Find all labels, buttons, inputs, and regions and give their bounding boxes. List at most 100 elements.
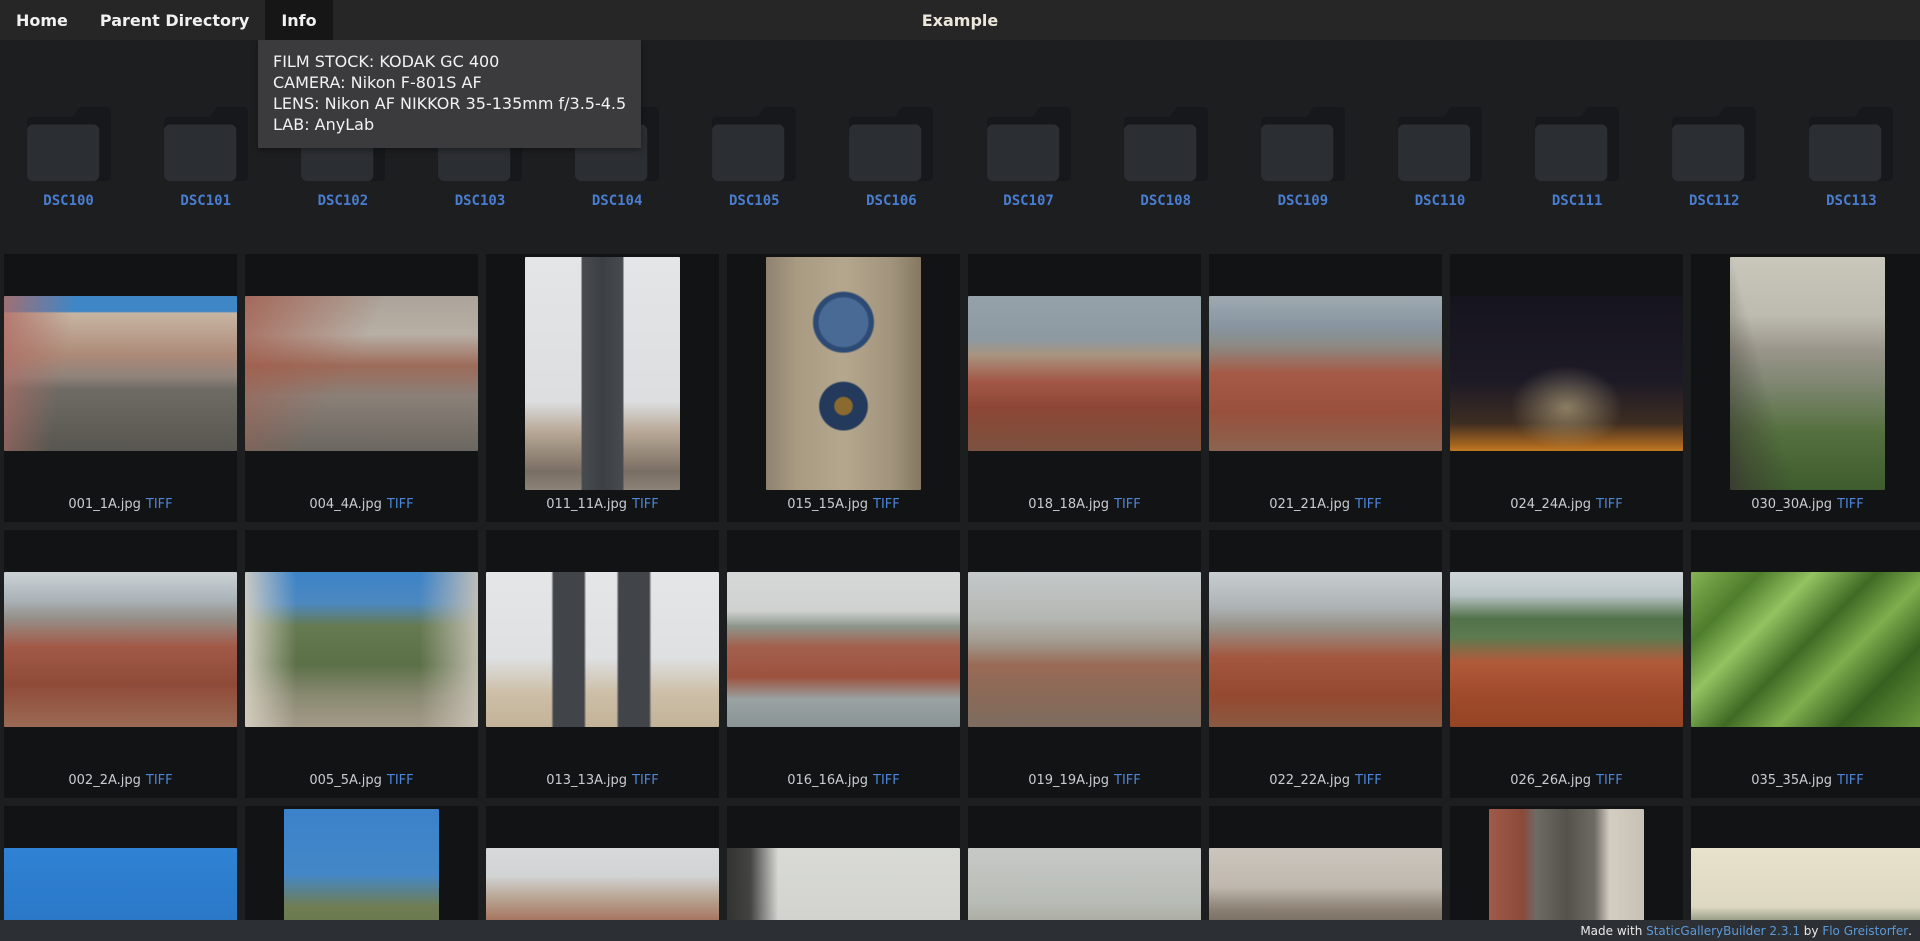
photo-thumbnail[interactable] — [4, 572, 237, 727]
folder-label[interactable]: DSC102 — [318, 193, 369, 209]
photo-filename: 030_30A.jpg — [1751, 497, 1832, 512]
thumbnail-box — [968, 254, 1201, 492]
footer-by-text: by — [1800, 924, 1822, 938]
folder-label[interactable]: DSC110 — [1415, 193, 1466, 209]
tiff-link[interactable]: TIFF — [873, 497, 900, 512]
photo-label: 001_1A.jpgTIFF — [4, 492, 237, 522]
photo-filename: 016_16A.jpg — [787, 773, 868, 788]
gallery-cell: 015_15A.jpgTIFF — [727, 254, 960, 522]
tiff-link[interactable]: TIFF — [1114, 497, 1141, 512]
builder-link[interactable]: StaticGalleryBuilder 2.3.1 — [1646, 924, 1800, 938]
folder-item-dsc110[interactable]: DSC110 — [1371, 104, 1508, 209]
folder-label[interactable]: DSC106 — [866, 193, 917, 209]
info-camera: CAMERA: Nikon F-801S AF — [273, 72, 626, 93]
tiff-link[interactable]: TIFF — [1355, 497, 1382, 512]
photo-label: 018_18A.jpgTIFF — [968, 492, 1201, 522]
photo-thumbnail[interactable] — [245, 296, 478, 451]
folder-label[interactable]: DSC112 — [1689, 193, 1740, 209]
folder-item-dsc101[interactable]: DSC101 — [137, 104, 274, 209]
folder-icon — [844, 104, 938, 184]
folder-icon — [1530, 104, 1624, 184]
tiff-link[interactable]: TIFF — [1596, 773, 1623, 788]
tiff-link[interactable]: TIFF — [1837, 497, 1864, 512]
folder-item-dsc105[interactable]: DSC105 — [686, 104, 823, 209]
folder-item-dsc100[interactable]: DSC100 — [0, 104, 137, 209]
photo-thumbnail[interactable] — [1691, 572, 1920, 727]
tiff-link[interactable]: TIFF — [387, 773, 414, 788]
folder-label[interactable]: DSC113 — [1826, 193, 1877, 209]
nav-item-info[interactable]: Info — [265, 0, 332, 40]
folder-item-dsc113[interactable]: DSC113 — [1783, 104, 1920, 209]
folder-icon — [1256, 104, 1350, 184]
folder-item-dsc106[interactable]: DSC106 — [823, 104, 960, 209]
photo-thumbnail[interactable] — [245, 572, 478, 727]
folder-label[interactable]: DSC103 — [455, 193, 506, 209]
folder-label[interactable]: DSC108 — [1140, 193, 1191, 209]
folder-label[interactable]: DSC101 — [180, 193, 231, 209]
photo-thumbnail[interactable] — [525, 257, 680, 490]
folder-item-dsc109[interactable]: DSC109 — [1234, 104, 1371, 209]
tiff-link[interactable]: TIFF — [873, 773, 900, 788]
folder-item-dsc112[interactable]: DSC112 — [1646, 104, 1783, 209]
tiff-link[interactable]: TIFF — [146, 497, 173, 512]
photo-thumbnail[interactable] — [968, 572, 1201, 727]
photo-thumbnail[interactable] — [1730, 257, 1885, 490]
folder-icon — [1119, 104, 1213, 184]
photo-label: 002_2A.jpgTIFF — [4, 768, 237, 798]
photo-thumbnail[interactable] — [1209, 572, 1442, 727]
gallery-cell: 035_35A.jpgTIFF — [1691, 530, 1920, 798]
photo-thumbnail[interactable] — [1209, 296, 1442, 451]
folder-item-dsc107[interactable]: DSC107 — [960, 104, 1097, 209]
thumbnail-box — [1691, 530, 1920, 768]
author-link[interactable]: Flo Greistorfer — [1822, 924, 1908, 938]
gallery-cell: 018_18A.jpgTIFF — [968, 254, 1201, 522]
tiff-link[interactable]: TIFF — [146, 773, 173, 788]
photo-thumbnail[interactable] — [4, 296, 237, 451]
thumbnail-box — [245, 530, 478, 768]
photo-thumbnail[interactable] — [968, 296, 1201, 451]
photo-thumbnail[interactable] — [1450, 296, 1683, 451]
photo-filename: 021_21A.jpg — [1269, 497, 1350, 512]
folder-label[interactable]: DSC100 — [43, 193, 94, 209]
thumbnail-box — [1450, 254, 1683, 492]
gallery-cell: 013_13A.jpgTIFF — [486, 530, 719, 798]
photo-grid: 001_1A.jpgTIFF 004_4A.jpgTIFF 011_11A.jp… — [0, 254, 1920, 941]
folder-icon — [982, 104, 1076, 184]
folder-icon — [159, 104, 253, 184]
photo-label: 015_15A.jpgTIFF — [727, 492, 960, 522]
folder-label[interactable]: DSC104 — [592, 193, 643, 209]
tiff-link[interactable]: TIFF — [1596, 497, 1623, 512]
tiff-link[interactable]: TIFF — [1355, 773, 1382, 788]
tiff-link[interactable]: TIFF — [632, 773, 659, 788]
tiff-link[interactable]: TIFF — [387, 497, 414, 512]
photo-filename: 019_19A.jpg — [1028, 773, 1109, 788]
tiff-link[interactable]: TIFF — [1837, 773, 1864, 788]
folder-label[interactable]: DSC107 — [1003, 193, 1054, 209]
thumbnail-box — [1450, 530, 1683, 768]
thumbnail-box — [486, 530, 719, 768]
folder-label[interactable]: DSC111 — [1552, 193, 1603, 209]
folder-label[interactable]: DSC109 — [1278, 193, 1329, 209]
info-lens: LENS: Nikon AF NIKKOR 35-135mm f/3.5-4.5 — [273, 93, 626, 114]
photo-thumbnail[interactable] — [766, 257, 921, 490]
thumbnail-box — [727, 254, 960, 492]
photo-thumbnail[interactable] — [486, 572, 719, 727]
folder-icon — [1393, 104, 1487, 184]
top-navbar: Home Parent Directory Info Example — [0, 0, 1920, 40]
nav-item-home[interactable]: Home — [0, 0, 84, 40]
tiff-link[interactable]: TIFF — [1114, 773, 1141, 788]
gallery-cell: 005_5A.jpgTIFF — [245, 530, 478, 798]
photo-thumbnail[interactable] — [1450, 572, 1683, 727]
thumbnail-box — [4, 254, 237, 492]
gallery-cell: 026_26A.jpgTIFF — [1450, 530, 1683, 798]
gallery-page: Home Parent Directory Info Example FILM … — [0, 0, 1920, 941]
folder-item-dsc111[interactable]: DSC111 — [1509, 104, 1646, 209]
folder-item-dsc108[interactable]: DSC108 — [1097, 104, 1234, 209]
tiff-link[interactable]: TIFF — [632, 497, 659, 512]
thumbnail-box — [245, 254, 478, 492]
folder-icon — [1804, 104, 1898, 184]
gallery-cell: 022_22A.jpgTIFF — [1209, 530, 1442, 798]
folder-label[interactable]: DSC105 — [729, 193, 780, 209]
photo-thumbnail[interactable] — [727, 572, 960, 727]
nav-item-parent-directory[interactable]: Parent Directory — [84, 0, 265, 40]
